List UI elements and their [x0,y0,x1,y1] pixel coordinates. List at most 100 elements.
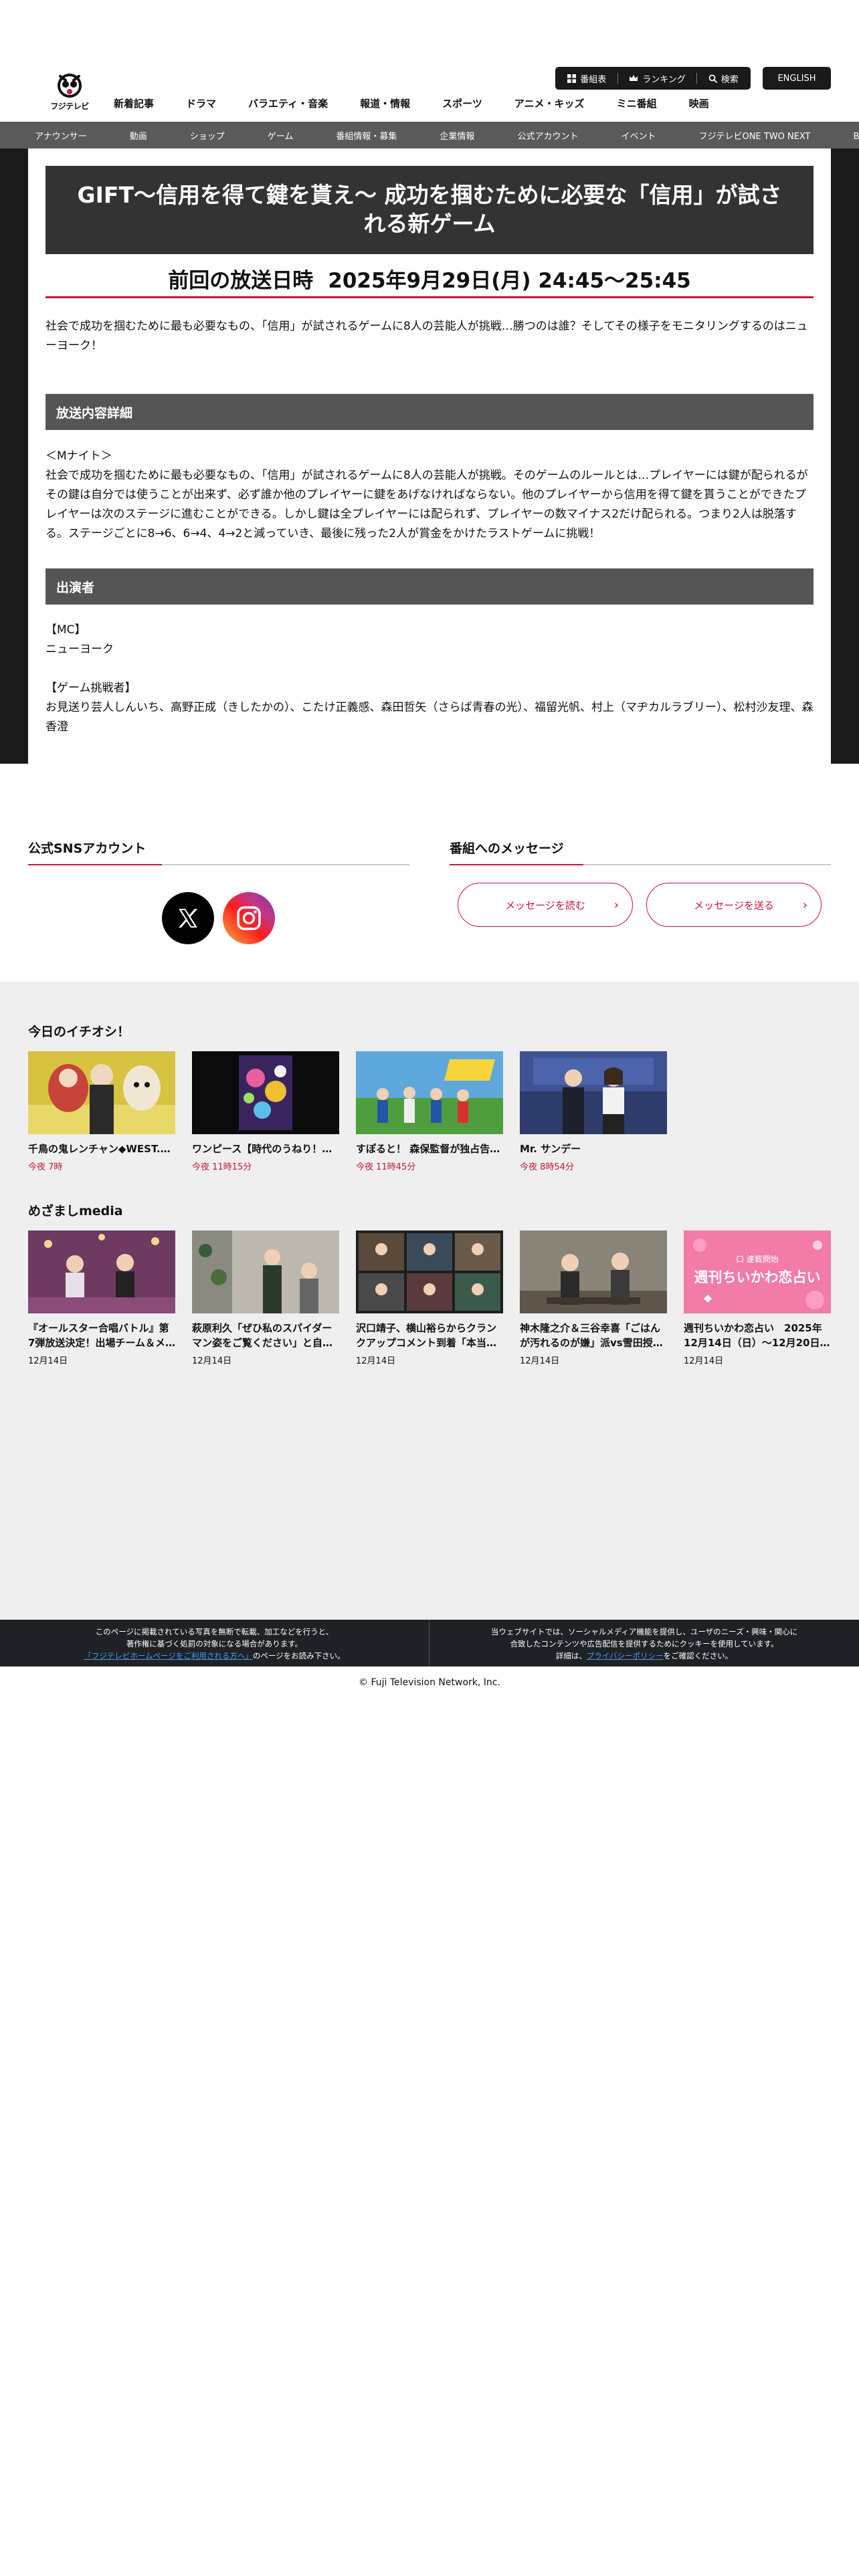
notice-tail: をご確認ください。 [663,1650,733,1660]
item-caption: ワンピース【時代のうねり！… [192,1143,332,1155]
ichioshi-item[interactable]: すぽると！ 森保監督が独占告… 今夜 11時45分 [356,1051,503,1172]
subnav-bs-fuji[interactable]: BSフジ [854,129,859,142]
x-logo-icon [179,909,197,928]
program-title: GIFT〜信用を得て鍵を貰え〜 成功を掴むために必要な「信用」が試される新ゲーム [45,166,814,254]
item-time: 今夜 11時45分 [356,1162,416,1172]
thumbnail-image [356,1230,503,1313]
item-caption: すぽると！ 森保監督が独占告… [356,1143,500,1155]
detail-subtitle: ＜Mナイト＞ [45,449,112,463]
read-messages-label: メッセージを読む [505,899,585,911]
ichioshi-heading: 今日のイチオシ！ [28,1025,130,1039]
broadcast-info: 前回の放送日時 2025年9月29日(月) 24:45〜25:45 [45,263,814,294]
thumbnail-image: 口 連載開始 週刊ちいかわ恋占い [684,1230,831,1313]
item-caption: 週刊ちいかわ恋占い 2025年12月14日（日）〜12月20日… [684,1322,830,1349]
english-button[interactable]: ENGLISH [763,67,831,90]
send-message-label: メッセージを送る [694,899,774,911]
item-time: 今夜 11時15分 [192,1162,252,1172]
item-date: 12月14日 [28,1356,68,1366]
privacy-policy-link[interactable]: プライバシーポリシー [587,1651,664,1660]
usage-policy-link[interactable]: 「フジテレビホームページをご利用される方へ」 [84,1651,252,1660]
item-time: 今夜 8時54分 [520,1162,574,1172]
search-link[interactable]: 検索 [708,72,739,85]
subnav-corporate[interactable]: 企業情報 [440,129,474,142]
ranking-label: ランキング [642,74,686,85]
subnav-program-info[interactable]: 番組情報・募集 [336,129,397,142]
nav-variety-music[interactable]: バラエティ・音楽 [248,94,328,113]
program-card: GIFT〜信用を得て鍵を貰え〜 成功を掴むために必要な「信用」が試される新ゲーム… [28,148,831,764]
cast-heading: 出演者 [45,568,814,605]
subnav-announcer[interactable]: アナウンサー [35,129,87,142]
subnav-official-accounts[interactable]: 公式アカウント [517,129,578,142]
cast-content: 【MC】 ニューヨーク 【ゲーム挑戦者】 お見送り芸人しんいち、高野正成（きした… [45,621,814,736]
nav-mini-programs[interactable]: ミニ番組 [617,94,657,113]
mezamashi-heading: めざましmedia [28,1204,123,1218]
nav-sports[interactable]: スポーツ [442,94,482,113]
thumbnail-image [28,1230,175,1313]
copyright: © Fuji Television Network, Inc. [359,1677,500,1688]
fuji-tv-logo[interactable]: フジテレビ [48,70,91,114]
grid-icon [567,74,577,83]
underline-accent [450,864,583,865]
ichioshi-item[interactable]: ワンピース【時代のうねり！… 今夜 11時15分 [192,1051,339,1172]
media-item[interactable]: 沢口靖子、横山裕らからクランクアップコメント到着「本当… 12月14日 [356,1230,503,1366]
sns-underline [28,864,409,865]
banner-subtext: 口 連載開始 [736,1255,779,1264]
notice-line: 合致したコンテンツや広告配信を提供するためにクッキーを使用しています。 [510,1638,779,1648]
item-caption: 沢口靖子、横山裕らからクランクアップコメント到着「本当… [356,1322,497,1349]
ichioshi-item[interactable]: Mr. サンデー 今夜 8時54分 [520,1051,667,1172]
subnav-shop[interactable]: ショップ [190,129,225,142]
challenger-names: お見送り芸人しんいち、高野正成（きしたかの）、こたけ正義感、森田哲矢（さらば青春… [45,700,814,734]
chevron-right-icon: › [802,898,807,912]
nav-movies[interactable]: 映画 [689,94,709,113]
broadcast-label: 前回の放送日時 [168,269,314,293]
detail-content: ＜Mナイト＞ 社会で成功を掴むために最も必要なもの、「信用」が試されるゲームに8… [45,447,814,543]
subnav-events[interactable]: イベント [621,129,656,142]
subnav-game[interactable]: ゲーム [268,129,294,142]
fuji-tv-eye-icon [58,74,82,98]
nav-anime-kids[interactable]: アニメ・キッズ [514,94,585,113]
nav-new-articles[interactable]: 新着記事 [114,94,154,113]
item-caption: Mr. サンデー [520,1143,581,1155]
nav-news-info[interactable]: 報道・情報 [360,94,410,113]
main-nav: 新着記事 ドラマ バラエティ・音楽 報道・情報 スポーツ アニメ・キッズ ミニ番… [114,94,741,113]
divider [617,73,618,84]
detail-heading: 放送内容詳細 [45,394,814,430]
program-guide-link[interactable]: 番組表 [567,72,606,85]
read-messages-button[interactable]: メッセージを読む › [458,883,633,927]
thumbnail-image [192,1230,339,1313]
underline-accent [28,864,162,865]
notice-pre: 詳細は、 [555,1650,587,1660]
subnav-video[interactable]: 動画 [130,129,147,142]
footer-notice: このページに掲載されている写真を無断で転載、加工などを行うと、 著作権に基づく処… [0,1620,859,1667]
detail-body: 社会で成功を掴むために最も必要なもの、「信用」が試されるゲームに8人の芸能人が挑… [45,468,808,540]
item-date: 12月14日 [520,1356,560,1366]
thumbnail-image [520,1051,667,1134]
instagram-icon[interactable] [223,892,275,944]
send-message-button[interactable]: メッセージを送る › [646,883,822,927]
item-time: 今夜 7時 [28,1162,63,1172]
media-item[interactable]: 口 連載開始 週刊ちいかわ恋占い 週刊ちいかわ恋占い 2025年12月14日（日… [684,1230,831,1366]
cookie-notice: 当ウェブサイトでは、ソーシャルメディア機能を提供し、ユーザのニーズ・興味・関心に… [430,1620,859,1667]
media-item[interactable]: 萩原利久「ぜひ私のスパイダーマン姿をご覧ください」と自… 12月14日 [192,1230,339,1366]
chevron-right-icon: › [613,898,619,912]
message-underline [450,864,831,865]
mc-names: ニューヨーク [45,642,114,656]
crown-icon [630,75,638,81]
search-label: 検索 [721,74,739,85]
banner-text: 週刊ちいかわ恋占い [694,1269,821,1285]
x-twitter-icon[interactable] [162,892,214,944]
ichioshi-item[interactable]: 千鳥の鬼レンチャン◆WEST.… 今夜 7時 [28,1051,175,1172]
copyright-notice: このページに掲載されている写真を無断で転載、加工などを行うと、 著作権に基づく処… [0,1620,430,1667]
program-guide-label: 番組表 [580,74,607,85]
media-item[interactable]: 『オールスター合唱バトル』第7弾放送決定！出場チーム＆メ… 12月14日 [28,1230,175,1366]
item-date: 12月14日 [356,1356,396,1366]
nav-drama[interactable]: ドラマ [186,94,216,113]
media-item[interactable]: 神木隆之介＆三谷幸喜「ごはんが汚れるのが嫌」派vs雪田授… 12月14日 [520,1230,667,1366]
subnav-one-two-next[interactable]: フジテレビONE TWO NEXT [698,129,810,142]
broadcast-datetime: 2025年9月29日(月) 24:45〜25:45 [328,269,691,293]
notice-line: 「フジテレビホームページをご利用される方へ」のページをお読み下さい。 [0,1650,429,1662]
site-header: フジテレビ 番組表 ランキング 検索 ENGLISH 新着記事 ドラマ バラエテ… [0,0,859,122]
ranking-link[interactable]: ランキング [629,72,686,85]
item-date: 12月14日 [684,1356,724,1366]
